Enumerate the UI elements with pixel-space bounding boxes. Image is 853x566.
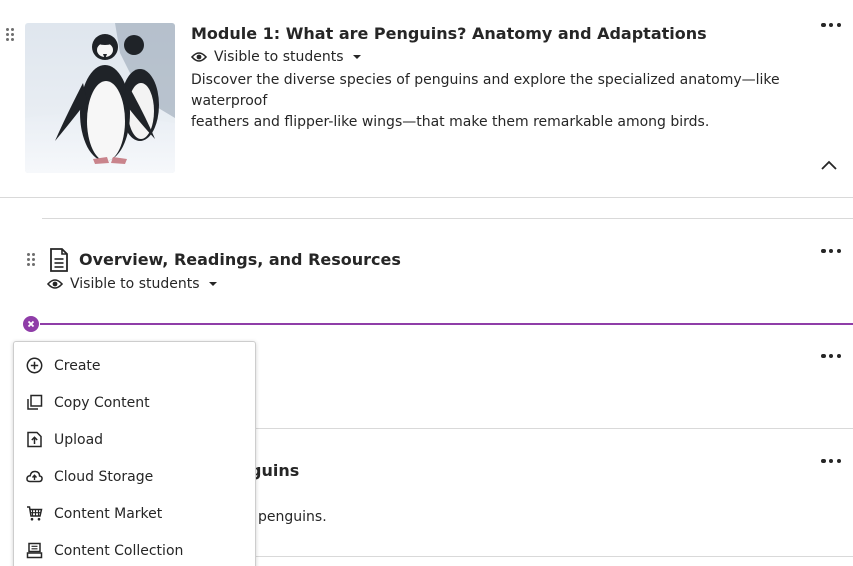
add-content-menu: Create Copy Content Upload Cloud Storage…: [13, 341, 256, 566]
menu-item-upload[interactable]: Upload: [14, 421, 255, 458]
plus-circle-icon: [26, 357, 43, 374]
item-more-options-button[interactable]: [821, 350, 841, 362]
penguin-photo: [25, 23, 175, 173]
module-title[interactable]: Module 1: What are Penguins? Anatomy and…: [191, 24, 707, 43]
insertion-line: [40, 323, 853, 325]
menu-item-label: Upload: [54, 431, 104, 448]
document-icon: [50, 248, 68, 272]
item-drag-handle[interactable]: [27, 253, 35, 267]
copy-icon: [27, 394, 43, 410]
chevron-down-icon: [208, 282, 217, 286]
item-divider: [256, 428, 853, 429]
module-thumbnail: [25, 23, 175, 173]
eye-icon: [47, 279, 63, 289]
upload-icon: [27, 431, 42, 448]
menu-item-label: Create: [54, 357, 101, 374]
item-title[interactable]: Overview, Readings, and Resources: [79, 250, 401, 269]
module-divider: [0, 197, 853, 198]
item-title-fragment[interactable]: guins: [250, 461, 299, 480]
item-more-options-button[interactable]: [821, 455, 841, 467]
chevron-up-icon[interactable]: [820, 158, 838, 172]
module-more-options-button[interactable]: [821, 19, 841, 31]
cloud-upload-icon: [26, 470, 43, 483]
menu-item-content-collection[interactable]: Content Collection: [14, 532, 255, 566]
menu-item-label: Content Market: [54, 505, 163, 522]
menu-item-create[interactable]: Create: [14, 347, 255, 384]
collection-icon: [26, 542, 43, 559]
menu-item-label: Content Collection: [54, 542, 184, 559]
menu-item-content-market[interactable]: Content Market: [14, 495, 255, 532]
menu-item-label: Cloud Storage: [54, 468, 154, 485]
close-add-menu-button[interactable]: [23, 316, 39, 332]
eye-icon: [191, 52, 207, 62]
menu-item-label: Copy Content: [54, 394, 150, 411]
module-visibility-label: Visible to students: [214, 49, 344, 65]
menu-item-copy-content[interactable]: Copy Content: [14, 384, 255, 421]
item-description-fragment: penguins.: [258, 509, 327, 525]
module-description: Discover the diverse species of penguins…: [191, 70, 831, 133]
cart-icon: [27, 506, 43, 521]
module-description-line: feathers and flipper-like wings—that mak…: [191, 114, 710, 130]
close-icon: [27, 320, 35, 328]
module-visibility-toggle[interactable]: Visible to students: [191, 49, 361, 65]
module-drag-handle[interactable]: [6, 28, 14, 42]
item-divider: [42, 218, 853, 219]
item-visibility-label: Visible to students: [70, 276, 200, 292]
item-divider: [256, 556, 853, 557]
module-description-line: Discover the diverse species of penguins…: [191, 72, 780, 109]
menu-item-cloud-storage[interactable]: Cloud Storage: [14, 458, 255, 495]
item-more-options-button[interactable]: [821, 245, 841, 257]
item-visibility-toggle[interactable]: Visible to students: [47, 276, 217, 292]
chevron-down-icon: [352, 55, 361, 59]
